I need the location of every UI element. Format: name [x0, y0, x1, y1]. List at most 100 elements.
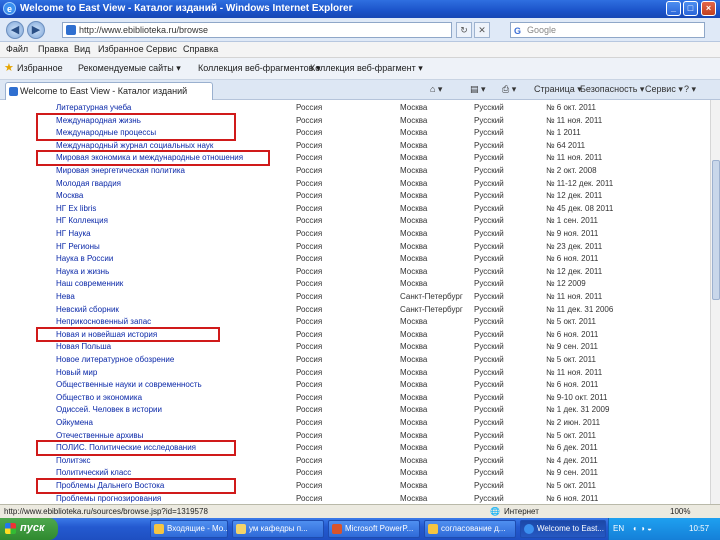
address-input[interactable]: http://www.ebiblioteka.ru/browse	[62, 22, 452, 38]
journal-title-link[interactable]: Молодая гвардия	[56, 178, 292, 190]
latest-issue-cell: № 2 окт. 2008	[546, 166, 597, 175]
journal-title-link[interactable]: НГ Наука	[56, 228, 292, 240]
journal-title-link[interactable]: Одиссей. Человек в истории	[56, 404, 292, 416]
tools-menu[interactable]: Сервис ▾	[645, 80, 683, 99]
refresh-icon[interactable]: ↻	[456, 22, 472, 38]
favorites-star-icon[interactable]: ★	[4, 58, 14, 79]
journal-title-link[interactable]: Общественные науки и современность	[56, 379, 292, 391]
status-zoom[interactable]: 100%	[670, 505, 690, 518]
maximize-button[interactable]: □	[683, 1, 698, 16]
country-cell: Россия	[296, 128, 323, 138]
stop-icon[interactable]: ✕	[474, 22, 490, 38]
home-icon[interactable]: ⌂ ▾	[430, 80, 442, 99]
taskbar-btn-ie[interactable]: Welcome to East...	[520, 520, 606, 538]
taskbar-btn-folder[interactable]: ум кафедры п...	[232, 520, 324, 538]
tab-active[interactable]: Welcome to East View - Каталог изданий	[5, 82, 213, 100]
back-icon[interactable]: ◀	[6, 21, 24, 39]
journal-title-link[interactable]: Наш современник	[56, 278, 292, 290]
menu-favorites[interactable]: Избранное	[98, 42, 144, 57]
table-row: НГ Регионы Россия Москва Русский № 23 дек. 2…	[0, 241, 710, 254]
taskbar-btn-powerpoint[interactable]: Microsoft PowerP...	[328, 520, 420, 538]
journal-title-link[interactable]: Наука и жизнь	[56, 266, 292, 278]
country-cell: Россия	[296, 405, 323, 415]
latest-issue-cell: № 5 окт. 2011	[546, 430, 596, 440]
country-cell: Россия	[296, 279, 323, 289]
latest-issue-cell: № 11 ноя. 2011	[546, 115, 603, 125]
forward-icon[interactable]: ▶	[27, 21, 45, 39]
language-indicator[interactable]: EN	[613, 518, 624, 539]
menu-help[interactable]: Справка	[183, 42, 218, 57]
minimize-button[interactable]: _	[666, 1, 681, 16]
city-cell: Санкт-Петербург	[400, 304, 463, 314]
journal-title-link[interactable]: Литературная учеба	[56, 102, 292, 114]
journal-title-link[interactable]: Мировая энергетическая политика	[56, 165, 292, 177]
journal-title-link[interactable]: Политэкс	[56, 455, 292, 467]
latest-issue-cell: № 45 дек. 08 2011	[546, 203, 614, 213]
favorites-button[interactable]: Избранное	[17, 58, 63, 79]
menu-view[interactable]: Вид	[74, 42, 90, 57]
journal-title-link[interactable]: НГ Ex libris	[56, 203, 292, 215]
search-input[interactable]: G Google	[510, 22, 705, 38]
taskbar-btn-document[interactable]: согласование д...	[424, 520, 516, 538]
city-cell: Санкт-Петербург	[400, 292, 463, 301]
favorites-link-1[interactable]: Рекомендуемые сайты ▾	[78, 58, 181, 79]
journal-title-link[interactable]: Проблемы прогнозирования	[56, 493, 292, 504]
vertical-scrollbar[interactable]	[710, 100, 720, 504]
menu-edit[interactable]: Правка	[38, 42, 68, 57]
taskbar-btn-outlook[interactable]: Входящие - Mo...	[150, 520, 228, 538]
journal-title-link[interactable]: Нева	[56, 291, 292, 303]
journal-title-link[interactable]: ПОЛИС. Политические исследования	[56, 442, 292, 454]
journal-title-link[interactable]: Отечественные архивы	[56, 430, 292, 442]
table-row: Политэкс Россия Москва Русский № 4 дек. 2011	[0, 455, 710, 468]
tab-page-icon	[9, 87, 18, 96]
journal-title-link[interactable]: Политический класс	[56, 467, 292, 479]
journal-title-link[interactable]: Ойкумена	[56, 417, 292, 429]
journal-title-link[interactable]: Наука в России	[56, 253, 292, 265]
journal-title-link[interactable]: Москва	[56, 190, 292, 202]
journal-title-link[interactable]: Международные процессы	[56, 127, 292, 139]
favorites-link-2[interactable]: Коллекция веб-фрагментов ▾	[198, 58, 320, 79]
start-button[interactable]: пуск	[0, 518, 58, 540]
country-cell: Россия	[296, 468, 323, 478]
journal-title-link[interactable]: Международный журнал социальных наук	[56, 140, 292, 152]
journal-title-link[interactable]: Новый мир	[56, 367, 292, 379]
journal-title-link[interactable]: Неприкосновенный запас	[56, 316, 292, 328]
menu-tools[interactable]: Сервис	[146, 42, 177, 57]
country-cell: Россия	[296, 443, 323, 453]
language-cell: Русский	[474, 166, 504, 175]
country-cell: Россия	[296, 430, 323, 440]
print-icon[interactable]: ⎙ ▾	[502, 80, 516, 99]
safety-menu[interactable]: Безопасность ▾	[580, 80, 644, 99]
journal-title-link[interactable]: Проблемы Дальнего Востока	[56, 480, 292, 492]
journal-title-link[interactable]: Мировая экономика и международные отноше…	[56, 152, 292, 164]
journal-title-link[interactable]: НГ Коллекция	[56, 215, 292, 227]
close-button[interactable]: ×	[701, 1, 716, 16]
country-cell: Россия	[296, 481, 323, 490]
tray-icons[interactable]: ◐ ◑ ◒	[633, 518, 652, 539]
table-row: Международный журнал социальных наук Росс…	[0, 140, 710, 153]
menu-file[interactable]: Файл	[6, 42, 28, 57]
journal-title-link[interactable]: Международная жизнь	[56, 115, 292, 127]
help-icon[interactable]: ? ▾	[684, 80, 696, 99]
journal-title-link[interactable]: Новая Польша	[56, 341, 292, 353]
table-row: Мировая экономика и международные отноше…	[0, 152, 710, 165]
clock: 10:57	[689, 524, 710, 533]
page-menu[interactable]: Страница ▾	[534, 80, 582, 99]
windows-flag-icon	[5, 523, 16, 534]
language-cell: Русский	[474, 443, 504, 453]
journal-title-link[interactable]: НГ Регионы	[56, 241, 292, 253]
journal-title-link[interactable]: Невский сборник	[56, 304, 292, 316]
latest-issue-cell: № 5 окт. 2011	[546, 317, 596, 327]
journal-title-link[interactable]: Новая и новейшая история	[56, 329, 292, 341]
latest-issue-cell: № 11 дек. 31 2006	[546, 304, 614, 314]
favorites-link-3[interactable]: Коллекция веб-фрагмент ▾	[310, 58, 423, 79]
language-cell: Русский	[474, 216, 504, 226]
table-row: Политический класс Россия Москва Русский № 9…	[0, 467, 710, 480]
country-cell: Россия	[296, 342, 323, 352]
feeds-icon[interactable]: ▤ ▾	[470, 80, 486, 99]
scrollbar-thumb[interactable]	[712, 160, 720, 300]
window-titlebar[interactable]: e Welcome to East View - Каталог изданий…	[0, 0, 720, 18]
city-cell: Москва	[400, 367, 428, 377]
journal-title-link[interactable]: Общество и экономика	[56, 392, 292, 404]
journal-title-link[interactable]: Новое литературное обозрение	[56, 354, 292, 366]
